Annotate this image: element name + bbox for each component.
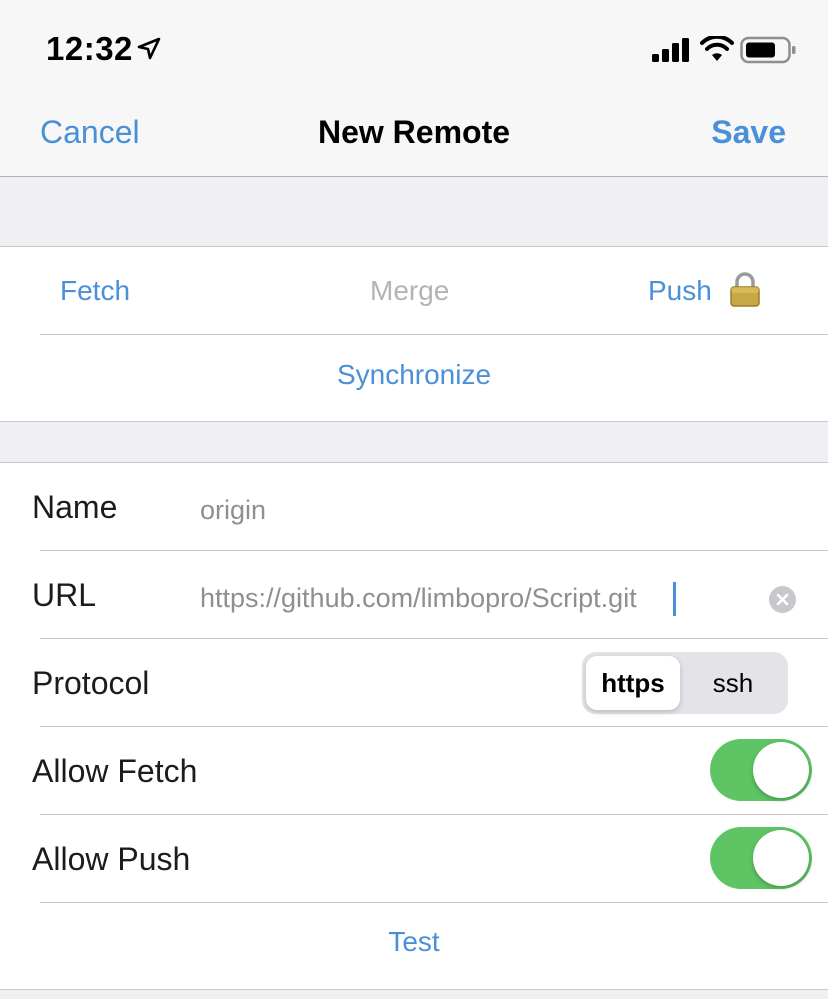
remote-form-section: Name origin URL https://github.com/limbo… (0, 462, 828, 990)
clear-icon (776, 593, 789, 606)
wifi-icon (700, 36, 734, 61)
navigation-bar: Cancel New Remote Save (0, 96, 828, 177)
test-button[interactable]: Test (0, 926, 828, 958)
synchronize-row[interactable]: Synchronize (0, 335, 828, 421)
url-field[interactable]: https://github.com/limbopro/Script.git (200, 583, 637, 614)
status-time: 12:32 (46, 30, 133, 67)
name-label: Name (32, 489, 118, 525)
allow-push-row: Allow Push (0, 815, 828, 903)
toggle-knob (753, 830, 809, 886)
synchronize-button[interactable]: Synchronize (0, 359, 828, 391)
name-row: Name origin (0, 463, 828, 551)
screen: 12:32 Cancel New Remote Save Fetch Merge… (0, 0, 828, 999)
protocol-option-https[interactable]: https (586, 656, 680, 710)
toggle-knob (753, 742, 809, 798)
url-row: URL https://github.com/limbopro/Script.g… (0, 551, 828, 639)
status-bar: 12:32 (0, 0, 828, 96)
save-button[interactable]: Save (711, 114, 786, 151)
allow-push-label: Allow Push (32, 841, 191, 877)
row-separator (40, 902, 828, 903)
clear-url-button[interactable] (769, 586, 796, 613)
remote-actions-section: Fetch Merge Push Synchronize (0, 246, 828, 422)
lock-icon (730, 272, 760, 307)
push-button[interactable]: Push (648, 275, 712, 307)
allow-fetch-row: Allow Fetch (0, 727, 828, 815)
location-arrow-icon (137, 37, 161, 60)
battery-icon (740, 36, 796, 64)
allow-fetch-toggle[interactable] (710, 739, 812, 801)
url-label: URL (32, 577, 97, 613)
merge-button[interactable]: Merge (370, 275, 449, 307)
protocol-option-ssh[interactable]: ssh (682, 656, 784, 710)
cellular-signal-icon (652, 38, 689, 62)
protocol-label: Protocol (32, 665, 150, 701)
actions-row: Fetch Merge Push (0, 247, 828, 335)
text-cursor (673, 582, 676, 616)
allow-push-toggle[interactable] (710, 827, 812, 889)
page-title: New Remote (317, 114, 511, 150)
allow-fetch-label: Allow Fetch (32, 753, 198, 789)
fetch-button[interactable]: Fetch (60, 275, 130, 307)
name-field[interactable]: origin (200, 495, 266, 526)
protocol-segmented-control: https ssh (582, 652, 788, 714)
